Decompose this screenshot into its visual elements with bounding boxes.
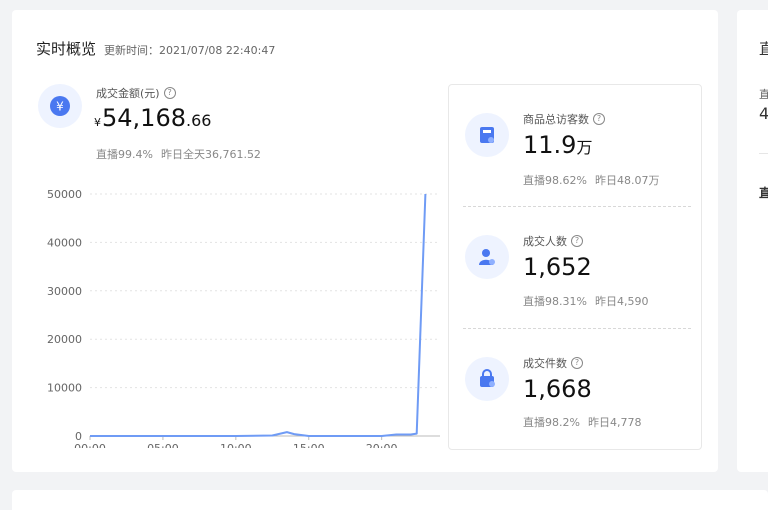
yuan-coin-icon: ¥ xyxy=(38,84,82,128)
gmv-yesterday: 昨日全天36,761.52 xyxy=(160,148,261,161)
user-badge-icon xyxy=(465,235,509,279)
buyers-label-row: 成交人数 ? xyxy=(523,233,583,249)
gmv-int: 54,168 xyxy=(102,104,186,132)
visitors-value: 11.9万 xyxy=(523,131,592,159)
gmv-label-row: 成交金额(元) ? xyxy=(96,85,176,101)
gmv-label: 成交金额(元) xyxy=(96,87,160,100)
side-card-line1: 直 xyxy=(759,88,768,101)
visitors-sub: 直播98.62% 昨日48.07万 xyxy=(523,172,659,188)
help-icon[interactable]: ? xyxy=(571,357,583,369)
panel-divider xyxy=(463,328,691,329)
side-card-line3: 直 xyxy=(759,186,768,200)
buyers-label: 成交人数 xyxy=(523,235,567,248)
y-tick-label: 40000 xyxy=(47,236,82,249)
y-tick-label: 30000 xyxy=(47,285,82,298)
items-sub: 直播98.2% 昨日4,778 xyxy=(523,414,641,430)
buyers-value: 1,652 xyxy=(523,253,592,281)
y-tick-label: 20000 xyxy=(47,333,82,346)
y-tick-label: 50000 xyxy=(47,188,82,201)
items-yesterday: 昨日4,778 xyxy=(587,416,642,429)
visitors-yesterday: 昨日48.07万 xyxy=(594,174,660,187)
y-tick-label: 10000 xyxy=(47,382,82,395)
visitors-label-row: 商品总访客数 ? xyxy=(523,111,605,127)
x-tick-label: 00:00 xyxy=(74,442,106,448)
visitors-live-share: 直播98.62% xyxy=(523,174,587,187)
visitors-num: 11.9 xyxy=(523,131,577,159)
gmv-frac: .66 xyxy=(185,111,212,130)
items-label-row: 成交件数 ? xyxy=(523,355,583,371)
gmv-live-share: 直播99.4% xyxy=(96,148,153,161)
svg-text:¥: ¥ xyxy=(56,100,64,114)
card-title: 实时概览 xyxy=(36,40,97,58)
x-tick-label: 05:00 xyxy=(147,442,179,448)
panel-divider xyxy=(463,206,691,207)
items-label: 成交件数 xyxy=(523,357,567,370)
x-tick-label: 20:00 xyxy=(366,442,398,448)
help-icon[interactable]: ? xyxy=(163,87,176,99)
items-value: 1,668 xyxy=(523,375,592,403)
side-card-divider xyxy=(759,153,768,154)
gmv-sub: 直播99.4% 昨日全天36,761.52 xyxy=(96,146,261,162)
side-card-title: 直 xyxy=(759,40,768,58)
metrics-panel: 商品总访客数 ? 11.9万 直播98.62% 昨日48.07万 成交人数 ? 1… xyxy=(448,84,702,450)
help-icon[interactable]: ? xyxy=(593,113,605,125)
side-card-partial: 直 直 4 直 xyxy=(737,10,768,472)
shopping-bag-icon xyxy=(465,357,509,401)
buyers-sub: 直播98.31% 昨日4,590 xyxy=(523,293,648,309)
buyers-live-share: 直播98.31% xyxy=(523,295,587,308)
currency-symbol: ¥ xyxy=(94,116,101,129)
buyers-yesterday: 昨日4,590 xyxy=(594,295,649,308)
visitors-unit: 万 xyxy=(576,138,593,157)
card-header: 实时概览 更新时间：2021/07/08 22:40:47 xyxy=(36,38,275,59)
x-tick-label: 15:00 xyxy=(293,442,325,448)
update-time: 更新时间：2021/07/08 22:40:47 xyxy=(104,44,276,57)
gmv-value: ¥54,168.66 xyxy=(94,104,211,132)
items-live-share: 直播98.2% xyxy=(523,416,580,429)
x-tick-label: 10:00 xyxy=(220,442,252,448)
help-icon[interactable]: ? xyxy=(571,235,583,247)
gmv-line-chart: 0100002000030000400005000000:0005:0010:0… xyxy=(47,188,440,448)
side-card-line2: 4 xyxy=(759,104,768,123)
visitors-label: 商品总访客数 xyxy=(523,113,589,126)
bottom-card-partial xyxy=(12,490,768,510)
product-tag-icon xyxy=(465,113,509,157)
series-line xyxy=(90,193,427,437)
